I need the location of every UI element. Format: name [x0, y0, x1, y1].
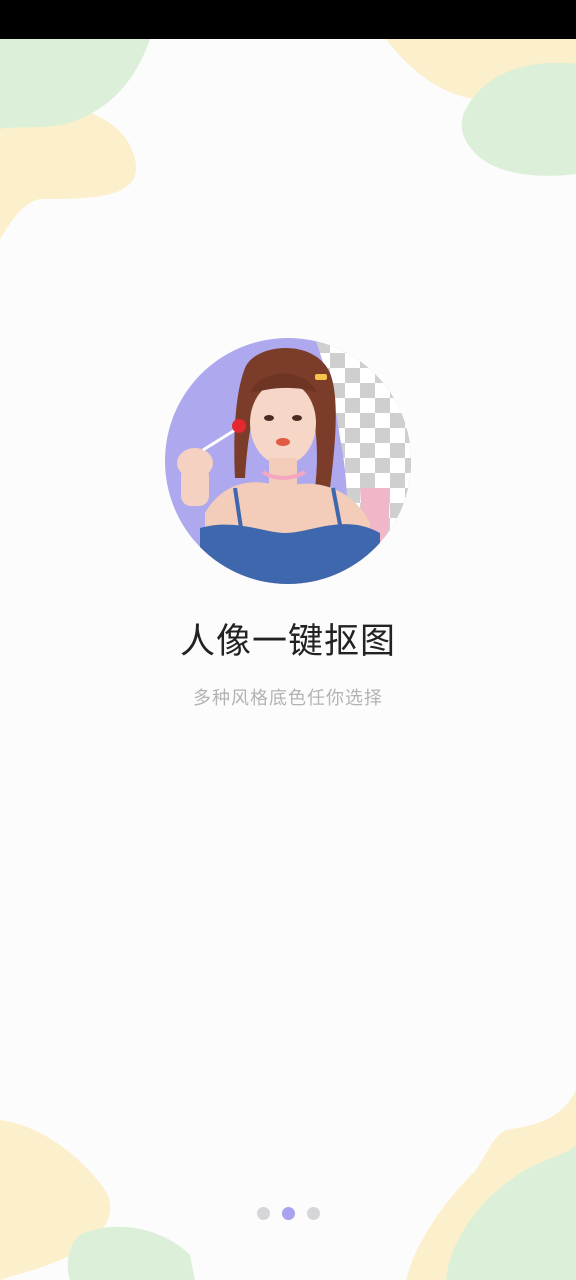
status-bar: [0, 0, 576, 39]
decor-blob-bottom-left: [0, 1115, 200, 1280]
page-indicator-dot-1[interactable]: [256, 1207, 270, 1220]
portrait-cutout-image: [165, 338, 411, 584]
decor-blob-top-left: [0, 39, 160, 249]
page-indicator-dot-2-active[interactable]: [281, 1207, 295, 1220]
decor-blob-bottom-right: [386, 1090, 576, 1280]
page-indicator: [0, 1207, 576, 1220]
decor-blob-top-right: [376, 39, 576, 179]
page-subtitle: 多种风格底色任你选择: [193, 688, 383, 709]
page-indicator-dot-3[interactable]: [306, 1207, 320, 1220]
page-title: 人像一键抠图: [179, 622, 396, 662]
